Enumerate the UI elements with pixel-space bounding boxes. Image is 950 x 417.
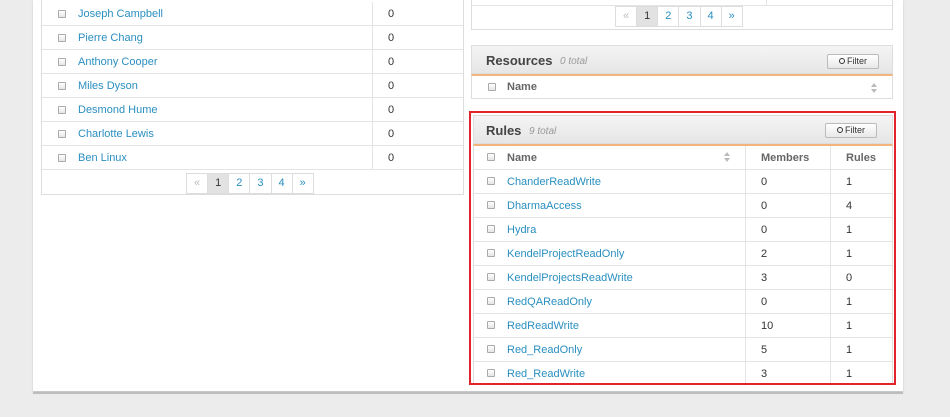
table-row: Joseph Campbell 0 (42, 2, 463, 26)
rules-highlight-frame (469, 111, 896, 385)
table-row: Charlotte Lewis 0 (42, 122, 463, 146)
user-name-link[interactable]: Pierre Chang (78, 32, 143, 44)
row-checkbox[interactable] (58, 154, 66, 162)
row-checkbox[interactable] (58, 10, 66, 18)
user-name-link[interactable]: Desmond Hume (78, 104, 157, 116)
users-table: Joseph Campbell 0 Pierre Chang 0 Anthony… (41, 0, 464, 195)
resources-panel-header: Resources 0 total Filter (471, 45, 893, 74)
card-bottom-edge (33, 392, 903, 394)
user-count: 0 (388, 56, 395, 68)
column-divider (372, 50, 373, 74)
user-name-link[interactable]: Anthony Cooper (78, 56, 158, 68)
user-count: 0 (388, 152, 395, 164)
user-count: 0 (388, 128, 395, 140)
row-checkbox[interactable] (58, 34, 66, 42)
row-checkbox[interactable] (58, 58, 66, 66)
user-count: 0 (388, 32, 395, 44)
resources-table-header: Name (471, 74, 893, 99)
user-name-link[interactable]: Charlotte Lewis (78, 128, 154, 140)
pagination-page-4[interactable]: 4 (701, 7, 722, 26)
top-right-pagination: « 1 2 3 4 » (615, 6, 743, 27)
row-checkbox[interactable] (58, 130, 66, 138)
resources-filter-button[interactable]: Filter (827, 54, 879, 69)
table-row: Desmond Hume 0 (42, 98, 463, 122)
table-row: Anthony Cooper 0 (42, 50, 463, 74)
row-checkbox[interactable] (58, 106, 66, 114)
pagination-page-3[interactable]: 3 (250, 174, 272, 193)
column-divider (766, 0, 767, 5)
pagination-page-2[interactable]: 2 (229, 174, 251, 193)
user-count: 0 (388, 8, 395, 20)
sort-icon[interactable] (871, 83, 877, 93)
pagination-prev[interactable]: « (187, 174, 209, 193)
users-pagination: « 1 2 3 4 » (186, 173, 314, 194)
search-icon (839, 58, 845, 64)
column-divider (372, 26, 373, 50)
column-divider (372, 98, 373, 122)
pagination-page-3[interactable]: 3 (679, 7, 701, 26)
pagination-page-4[interactable]: 4 (272, 174, 293, 193)
user-name-link[interactable]: Joseph Campbell (78, 8, 163, 20)
column-header-name[interactable]: Name (507, 81, 537, 93)
table-row: Pierre Chang 0 (42, 26, 463, 50)
column-divider (372, 2, 373, 26)
resources-count: 0 total (560, 56, 588, 67)
user-name-link[interactable]: Miles Dyson (78, 80, 138, 92)
user-name-link[interactable]: Ben Linux (78, 152, 127, 164)
column-divider (372, 146, 373, 170)
pagination-page-2[interactable]: 2 (658, 7, 680, 26)
table-row: Ben Linux 0 (42, 146, 463, 170)
pagination-page-1[interactable]: 1 (208, 174, 230, 193)
table-row: Miles Dyson 0 (42, 74, 463, 98)
column-divider (372, 74, 373, 98)
resources-title: Resources (486, 53, 553, 68)
filter-label: Filter (847, 56, 867, 66)
user-count: 0 (388, 80, 395, 92)
pagination-next[interactable]: » (293, 174, 313, 193)
user-count: 0 (388, 104, 395, 116)
row-checkbox[interactable] (58, 82, 66, 90)
select-all-checkbox[interactable] (488, 83, 496, 91)
pagination-page-1[interactable]: 1 (637, 7, 659, 26)
pagination-prev[interactable]: « (616, 7, 638, 26)
column-divider (372, 122, 373, 146)
pagination-next[interactable]: » (722, 7, 742, 26)
